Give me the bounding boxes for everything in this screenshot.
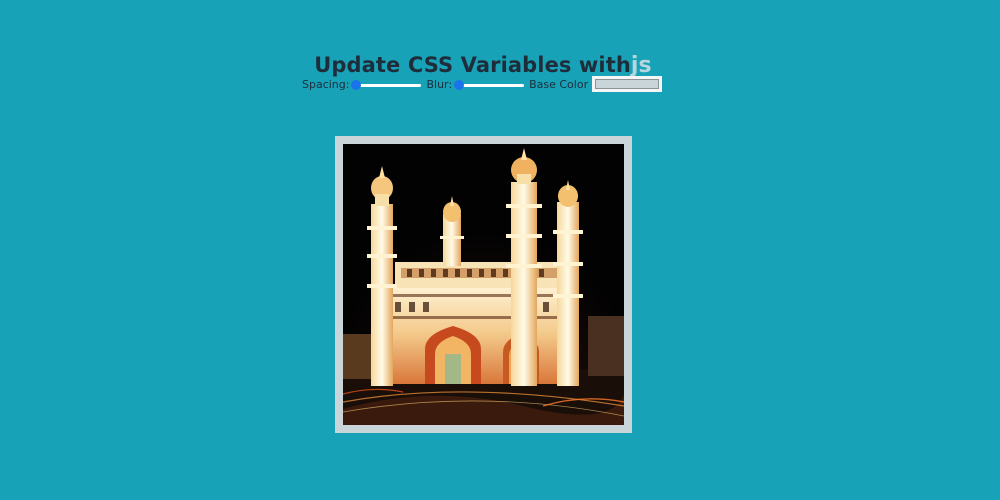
image-frame bbox=[335, 136, 632, 433]
charminar-photo bbox=[343, 144, 624, 425]
base-color-label: Base Color bbox=[529, 77, 589, 91]
blur-slider-track bbox=[456, 84, 525, 87]
base-color-picker[interactable] bbox=[592, 76, 663, 92]
blur-slider[interactable] bbox=[454, 77, 526, 91]
spacing-slider-track bbox=[353, 84, 422, 87]
controls-bar: Spacing: Blur: Base Color bbox=[302, 73, 663, 95]
spacing-slider[interactable] bbox=[351, 77, 423, 91]
spacing-label: Spacing: bbox=[302, 77, 350, 91]
blur-label: Blur: bbox=[426, 77, 453, 91]
blur-slider-thumb[interactable] bbox=[454, 80, 465, 90]
spacing-slider-thumb[interactable] bbox=[351, 80, 362, 90]
